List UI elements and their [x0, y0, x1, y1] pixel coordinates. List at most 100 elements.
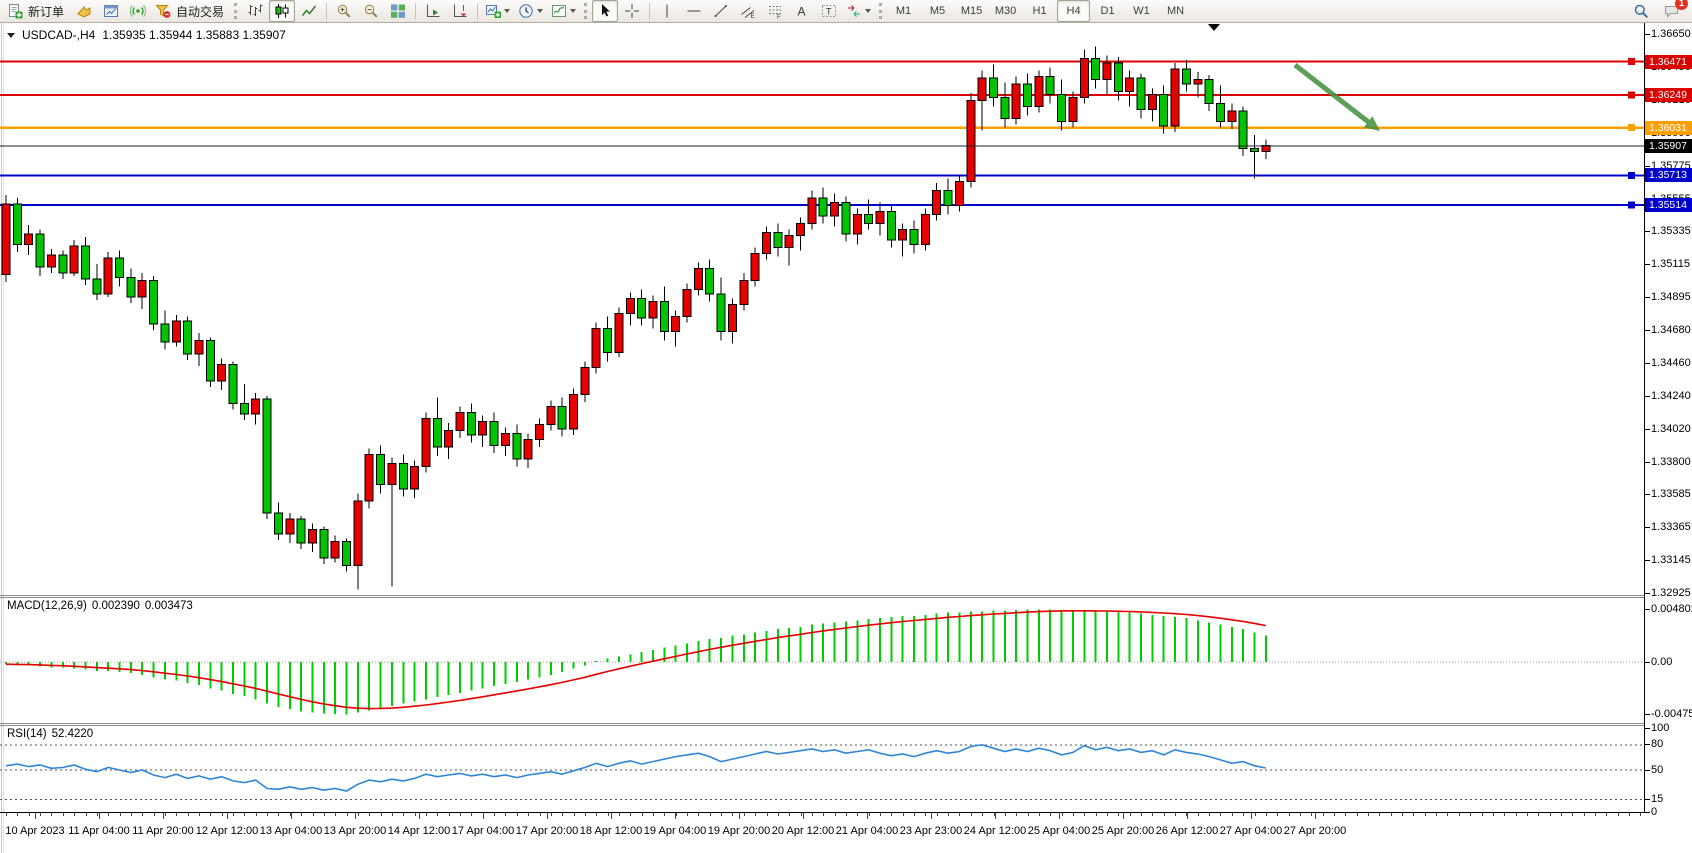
- notifications-button[interactable]: 1: [1664, 3, 1680, 19]
- zoom-out-button[interactable]: [358, 0, 384, 22]
- macd-value: 0.002390: [92, 600, 140, 612]
- equidistant-channel-button[interactable]: E: [735, 0, 761, 22]
- periods-button[interactable]: [515, 0, 547, 22]
- bar-chart-button[interactable]: [242, 0, 268, 22]
- line-chart-button[interactable]: [296, 0, 322, 22]
- time-tick: [642, 813, 643, 816]
- time-tick: [267, 813, 268, 816]
- time-tick: [1107, 813, 1108, 816]
- time-axis[interactable]: 10 Apr 202311 Apr 04:0011 Apr 20:0012 Ap…: [0, 813, 1692, 853]
- crosshair-icon: [624, 3, 640, 19]
- vertical-line-button[interactable]: [654, 0, 680, 22]
- arrows-button[interactable]: [843, 0, 875, 22]
- hline-1.36471[interactable]: [0, 58, 1644, 65]
- timeframe-m5[interactable]: M5: [921, 0, 954, 22]
- timeframe-d1[interactable]: D1: [1091, 0, 1124, 22]
- time-tick: [1584, 813, 1585, 816]
- hline-1.35713[interactable]: [0, 172, 1644, 179]
- main-price-chart[interactable]: [0, 23, 1644, 595]
- time-tick: [460, 813, 461, 816]
- time-tick: [1482, 813, 1483, 816]
- auto-scroll-icon: [425, 3, 441, 19]
- timeframe-w1[interactable]: W1: [1125, 0, 1158, 22]
- cursor-button[interactable]: [592, 0, 618, 22]
- time-tick: [313, 813, 314, 816]
- candlestick-button[interactable]: [269, 0, 295, 22]
- price-axis-label: 1.32925: [1651, 587, 1691, 599]
- trendline-button[interactable]: [708, 0, 734, 22]
- fibonacci-button[interactable]: F: [762, 0, 788, 22]
- timeframe-mn[interactable]: MN: [1159, 0, 1192, 22]
- signals-button[interactable]: [125, 0, 151, 22]
- time-major-tick: [739, 813, 740, 819]
- time-tick: [1016, 813, 1017, 816]
- new-chart-button[interactable]: [482, 0, 514, 22]
- macd-label: MACD(12,26,9)0.0023900.003473: [7, 600, 198, 612]
- time-tick: [880, 813, 881, 816]
- time-axis-label: 24 Apr 12:00: [964, 825, 1026, 837]
- text-button[interactable]: A: [789, 0, 815, 22]
- panel-separator[interactable]: [0, 723, 1645, 724]
- macd-panel[interactable]: [0, 598, 1644, 723]
- timeframe-label: H4: [1067, 5, 1081, 17]
- chevron-down-icon[interactable]: [570, 9, 576, 13]
- text-label-button[interactable]: T: [816, 0, 842, 22]
- chevron-down-icon[interactable]: [865, 9, 871, 13]
- zoom-in-button[interactable]: [331, 0, 357, 22]
- timeframe-m15[interactable]: M15: [955, 0, 988, 22]
- timeframe-m1[interactable]: M1: [887, 0, 920, 22]
- new-order-button[interactable]: 新订单: [4, 0, 70, 22]
- tile-windows-icon: [390, 3, 406, 19]
- chevron-down-icon[interactable]: [504, 9, 510, 13]
- autotrading-button[interactable]: 自动交易: [152, 0, 230, 22]
- time-tick: [1640, 813, 1641, 816]
- rsi-panel[interactable]: [0, 726, 1644, 812]
- time-axis-label: 26 Apr 12:00: [1156, 825, 1218, 837]
- rsi-axis-label: 80: [1651, 738, 1663, 750]
- time-tick: [1277, 813, 1278, 816]
- chart-shift-marker[interactable]: [1208, 24, 1220, 31]
- time-axis-label: 25 Apr 20:00: [1092, 825, 1154, 837]
- marketw-icon: [76, 3, 92, 19]
- time-tick: [381, 813, 382, 816]
- timeframe-label: M5: [930, 5, 945, 17]
- rsi-label: RSI(14)52.4220: [7, 728, 98, 740]
- trend-arrow-annotation[interactable]: [1295, 65, 1380, 131]
- timeframe-h1[interactable]: H1: [1023, 0, 1056, 22]
- hline-1.36031[interactable]: [0, 124, 1644, 131]
- time-tick: [812, 813, 813, 816]
- chart-shift-button[interactable]: [447, 0, 473, 22]
- panel-separator[interactable]: [0, 595, 1645, 596]
- crosshair-button[interactable]: [619, 0, 645, 22]
- toolbar-right-tools: 1: [1628, 0, 1688, 22]
- price-axis-label: 1.35335: [1651, 225, 1691, 237]
- chevron-down-icon[interactable]: [537, 9, 543, 13]
- search-button[interactable]: [1628, 0, 1654, 22]
- macd-axis-label: 0.004802: [1651, 603, 1692, 615]
- collapse-triangle-icon[interactable]: [7, 33, 15, 38]
- time-axis-label: 11 Apr 04:00: [68, 825, 130, 837]
- time-tick: [1334, 813, 1335, 816]
- time-tick: [154, 813, 155, 816]
- time-tick: [188, 813, 189, 816]
- timeframe-m30[interactable]: M30: [989, 0, 1022, 22]
- time-tick: [1028, 813, 1029, 816]
- time-axis-label: 19 Apr 04:00: [644, 825, 706, 837]
- time-tick: [1164, 813, 1165, 816]
- timeframe-label: D1: [1101, 5, 1115, 17]
- time-tick: [778, 813, 779, 816]
- templates-button[interactable]: [548, 0, 580, 22]
- tile-windows-button[interactable]: [385, 0, 411, 22]
- price-axis[interactable]: 1.366501.364301.362101.359901.357751.355…: [1645, 23, 1692, 813]
- hline-1.36249[interactable]: [0, 91, 1644, 98]
- timeframe-label: M1: [896, 5, 911, 17]
- timeframe-h4[interactable]: H4: [1057, 0, 1090, 22]
- time-tick: [244, 813, 245, 816]
- macd-signal-line: [6, 611, 1266, 709]
- horizontal-line-button[interactable]: [681, 0, 707, 22]
- market-watch-button[interactable]: [71, 0, 97, 22]
- data-window-button[interactable]: [98, 0, 124, 22]
- time-tick: [1629, 813, 1630, 816]
- time-tick: [1572, 813, 1573, 816]
- auto-scroll-button[interactable]: [420, 0, 446, 22]
